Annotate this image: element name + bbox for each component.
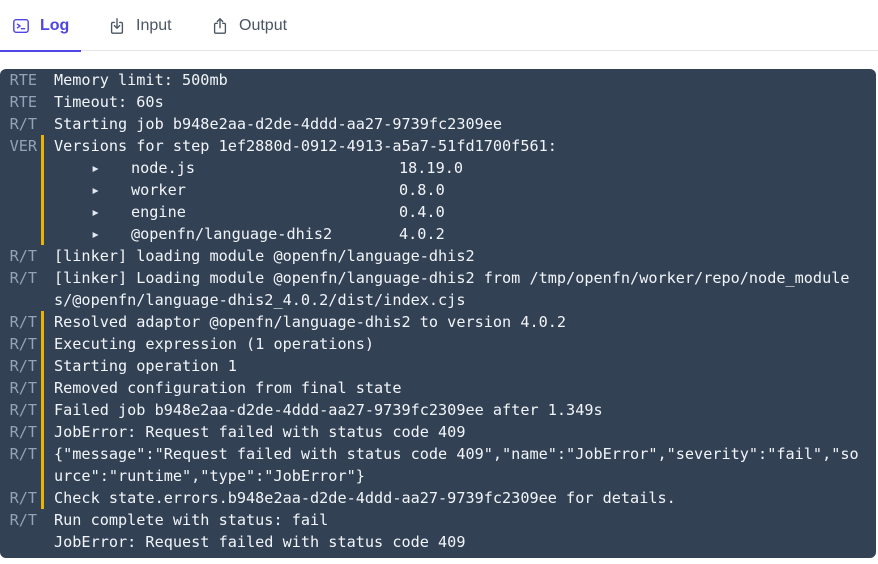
tab-bar: Log Input Output (0, 0, 878, 52)
log-message: [linker] Loading module @openfn/language… (54, 269, 850, 309)
log-source: R/T (9, 247, 37, 265)
log-line: R/T Starting operation 1 (0, 355, 876, 377)
log-line: ▸ @openfn/language-dhis2 4.0.2 (0, 223, 876, 245)
download-icon (108, 17, 126, 35)
component-version: 4.0.2 (399, 225, 445, 243)
tab-log-label: Log (40, 16, 70, 34)
log-line: R/T Resolved adaptor @openfn/language-dhi… (0, 311, 876, 333)
log-line: ▸ node.js 18.19.0 (0, 157, 876, 179)
log-line: ▸ engine 0.4.0 (0, 201, 876, 223)
log-line: R/T JobError: Request failed with status … (0, 421, 876, 443)
component-version: 0.8.0 (399, 181, 445, 199)
component-version: 0.4.0 (399, 203, 445, 221)
log-line: R/T Check state.errors.b948e2aa-d2de-4ddd… (0, 487, 876, 509)
log-source (0, 223, 41, 245)
log-source: R/T (9, 401, 37, 419)
bullet-icon: ▸ (91, 203, 101, 221)
upload-icon (211, 17, 229, 35)
log-message: Starting operation 1 (54, 357, 237, 375)
log-message: Removed configuration from final state (54, 379, 402, 397)
tab-input[interactable]: Input (108, 0, 172, 51)
log-source (0, 179, 41, 201)
log-source: R/T (9, 357, 37, 375)
log-message: JobError: Request failed with status cod… (54, 423, 466, 441)
terminal-icon (12, 17, 30, 35)
log-message: Executing expression (1 operations) (54, 335, 375, 353)
log-source: R/T (9, 445, 37, 463)
log-line: VER Versions for step 1ef2880d-0912-4913-… (0, 135, 876, 157)
log-source: VER (9, 137, 37, 155)
tab-input-label: Input (136, 16, 172, 34)
log-message: ▸ node.js 18.19.0 (44, 157, 876, 179)
tab-output[interactable]: Output (211, 0, 287, 51)
log-line: R/T Starting job b948e2aa-d2de-4ddd-aa27-… (0, 113, 876, 135)
tab-output-label: Output (239, 16, 288, 34)
log-source: R/T (9, 313, 37, 331)
log-viewer[interactable]: RTE Memory limit: 500mb RTE Timeout: 60s R/T… (0, 69, 876, 558)
log-source (0, 531, 41, 553)
log-line: R/T Removed configuration from final stat… (0, 377, 876, 399)
log-message: Resolved adaptor @openfn/language-dhis2 … (54, 313, 567, 331)
component-name: node.js (131, 159, 196, 177)
log-line: JobError: Request failed with status cod… (0, 531, 876, 553)
log-line: R/T {"message":"Request failed with statu… (0, 443, 876, 487)
log-line: RTE Timeout: 60s (0, 91, 876, 113)
log-source: R/T (9, 423, 37, 441)
log-source (0, 157, 41, 179)
log-message: Check state.errors.b948e2aa-d2de-4ddd-aa… (54, 489, 676, 507)
log-source: R/T (9, 489, 37, 507)
log-line: R/T [linker] loading module @openfn/langu… (0, 245, 876, 267)
log-message: Run complete with status: fail (54, 511, 329, 529)
log-message: [linker] loading module @openfn/language… (54, 247, 475, 265)
log-line: ▸ worker 0.8.0 (0, 179, 876, 201)
component-name: worker (131, 181, 186, 199)
log-source: R/T (9, 511, 37, 529)
log-message: ▸ worker 0.8.0 (44, 179, 876, 201)
log-message: Starting job b948e2aa-d2de-4ddd-aa27-973… (54, 115, 503, 133)
log-message: Versions for step 1ef2880d-0912-4913-a5a… (54, 137, 557, 155)
log-source (0, 201, 41, 223)
log-source: R/T (9, 115, 37, 133)
log-line: R/T Failed job b948e2aa-d2de-4ddd-aa27-97… (0, 399, 876, 421)
log-message: Timeout: 60s (54, 93, 164, 111)
log-source: R/T (9, 269, 37, 287)
log-message: ▸ engine 0.4.0 (44, 201, 876, 223)
log-source: R/T (9, 379, 37, 397)
tab-log[interactable]: Log (0, 0, 82, 52)
component-name: @openfn/language-dhis2 (131, 225, 333, 243)
log-message: Failed job b948e2aa-d2de-4ddd-aa27-9739f… (54, 401, 603, 419)
log-source: R/T (9, 335, 37, 353)
log-message: ▸ @openfn/language-dhis2 4.0.2 (44, 223, 876, 245)
log-message: Memory limit: 500mb (54, 71, 228, 89)
log-line: R/T [linker] Loading module @openfn/langu… (0, 267, 876, 311)
log-source: RTE (9, 93, 37, 111)
log-message: {"message":"Request failed with status c… (54, 445, 859, 485)
bullet-icon: ▸ (91, 181, 101, 199)
component-version: 18.19.0 (399, 159, 464, 177)
log-line: R/T Executing expression (1 operations) (0, 333, 876, 355)
component-name: engine (131, 203, 186, 221)
log-message: JobError: Request failed with status cod… (54, 533, 466, 551)
log-line: R/T Run complete with status: fail (0, 509, 876, 531)
bullet-icon: ▸ (91, 225, 101, 243)
log-line: RTE Memory limit: 500mb (0, 69, 876, 91)
bullet-icon: ▸ (91, 159, 101, 177)
log-source: RTE (9, 71, 37, 89)
